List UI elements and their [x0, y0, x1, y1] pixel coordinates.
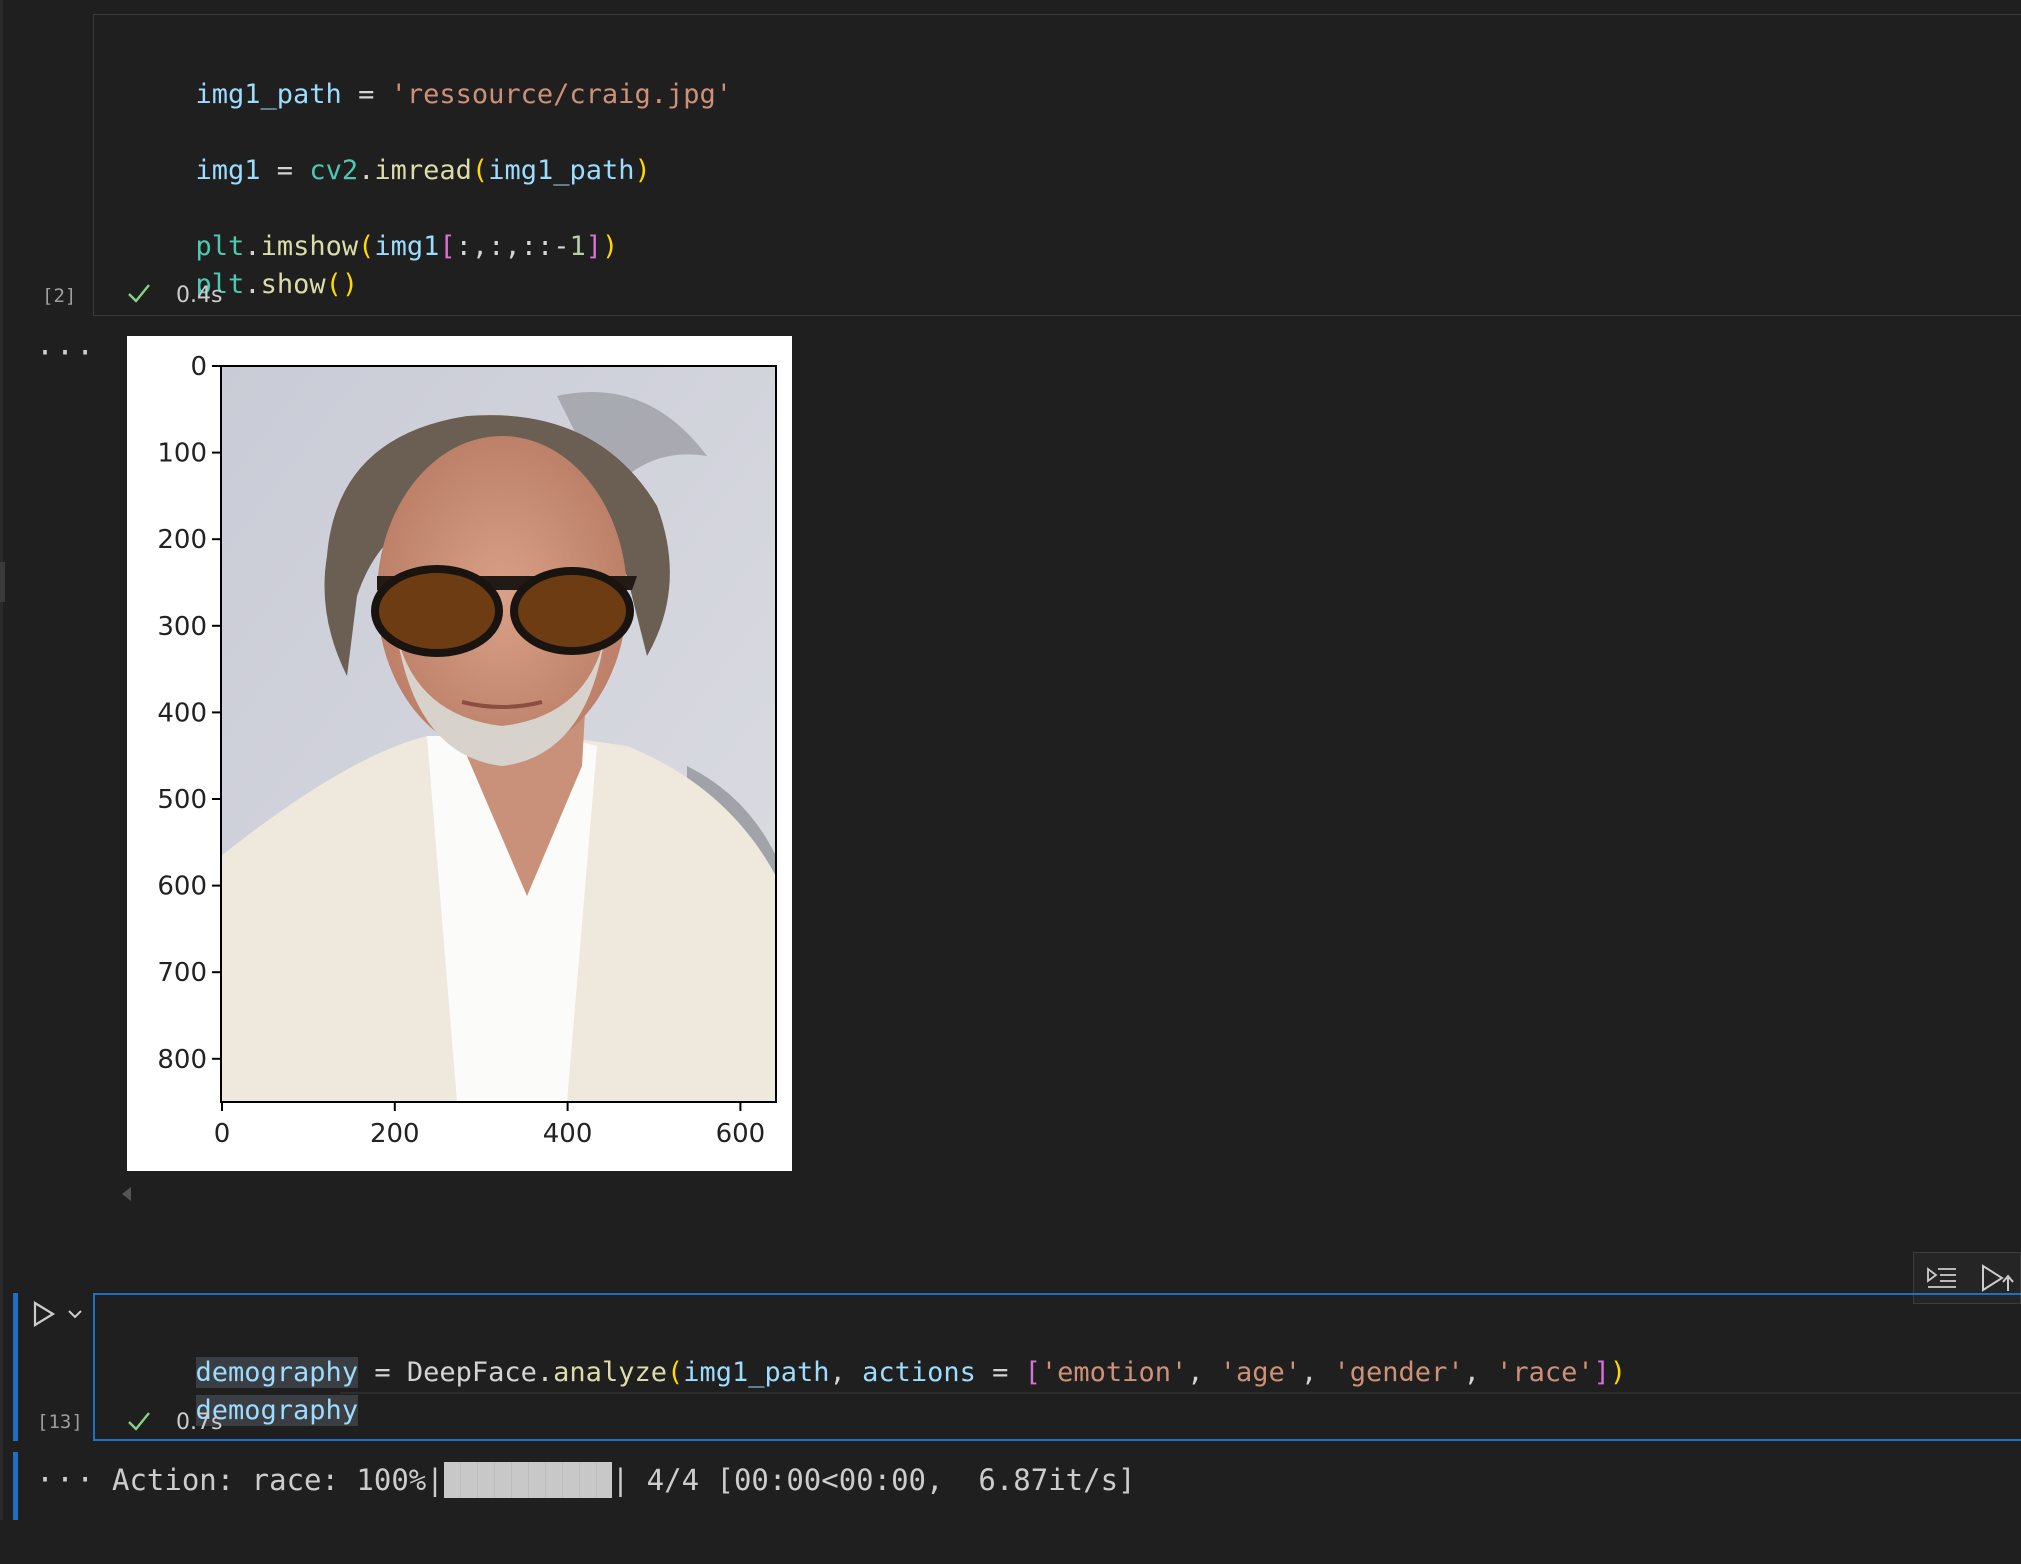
check-icon [126, 280, 152, 313]
token-function: show [260, 269, 326, 300]
y-tick-label: 600 [157, 872, 207, 902]
y-tick-label: 200 [157, 525, 207, 555]
token-dot: . [244, 269, 261, 300]
token-argument: img1 [374, 231, 440, 262]
token-argument: img1_path [488, 155, 635, 186]
x-axis: 0 200 400 600 [214, 1102, 765, 1149]
code-line-1[interactable]: img1_path = 'ressource/craig.jpg' [163, 38, 732, 114]
execution-time: 0.4s [176, 283, 223, 308]
token-keyword-arg: actions [862, 1357, 976, 1388]
execution-count: [2] [42, 285, 77, 307]
gutter-marker [0, 562, 5, 602]
execution-time: 0.7s [176, 1410, 223, 1435]
token-bracket: [ [1024, 1357, 1041, 1388]
editor-area-divider [340, 1392, 2021, 1394]
token-string: 'emotion' [1040, 1357, 1188, 1388]
output-more-icon[interactable]: ··· [36, 336, 96, 371]
token-paren: ( [358, 231, 375, 262]
progress-suffix: | 4/4 [00:00<00:00, 6.87it/s] [611, 1463, 1136, 1497]
y-tick-label: 500 [157, 785, 207, 815]
cell-focus-indicator [13, 1293, 18, 1441]
plot-figure: 0 100 200 300 400 500 600 700 800 0 200 400 600 [157, 352, 777, 1149]
token-operator: = [975, 1357, 1025, 1388]
token-variable: img1 [195, 155, 261, 186]
scroll-left-icon[interactable] [122, 1187, 131, 1201]
portrait-image [220, 365, 777, 1103]
output-more-icon[interactable]: ··· [36, 1463, 96, 1498]
y-tick-label: 100 [157, 439, 207, 469]
progress-prefix: Action: race: 100%| [112, 1463, 444, 1497]
token-comma: , [1301, 1357, 1334, 1388]
token-class: DeepFace [406, 1357, 537, 1388]
x-tick-label: 0 [214, 1119, 231, 1149]
token-comma: , [1187, 1357, 1220, 1388]
progress-bar-fill [443, 1462, 612, 1498]
token-comma: , [829, 1357, 863, 1388]
token-paren: ) [602, 231, 619, 262]
token-string: 'ressource/craig.jpg' [390, 79, 732, 110]
token-function: imread [374, 155, 472, 186]
token-paren: ) [634, 155, 651, 186]
progress-bar [443, 1462, 612, 1498]
token-paren: ( [666, 1357, 684, 1388]
token-string: 'age' [1219, 1357, 1302, 1388]
token-argument: img1_path [683, 1357, 830, 1388]
code-line-1[interactable]: demography = DeepFace.analyze(img1_path,… [163, 1316, 1626, 1392]
token-paren: ) [1609, 1357, 1627, 1388]
run-cell-button[interactable] [31, 1300, 57, 1328]
token-bracket: ] [585, 231, 602, 262]
execute-above-icon[interactable] [1980, 1263, 2014, 1293]
output-focus-indicator [13, 1452, 18, 1520]
run-by-line-icon[interactable] [1926, 1263, 1958, 1293]
y-tick-label: 700 [157, 958, 207, 988]
token-paren: () [325, 269, 359, 300]
token-dot: . [536, 1357, 554, 1388]
token-string: 'race' [1496, 1357, 1594, 1388]
token-function: analyze [553, 1357, 667, 1388]
execution-count: [13] [37, 1411, 83, 1433]
token-variable: img1_path [195, 79, 342, 110]
token-comma: , [1463, 1357, 1497, 1388]
token-operator: = [341, 79, 391, 110]
token-bracket: ] [1593, 1357, 1610, 1388]
plot-output: 0 100 200 300 400 500 600 700 800 0 200 400 600 [127, 336, 792, 1171]
x-tick-label: 600 [716, 1119, 766, 1149]
token-module: cv2 [309, 155, 359, 186]
y-tick-label: 800 [157, 1045, 207, 1075]
token-string: 'gender' [1333, 1357, 1464, 1388]
gutter-edge [0, 0, 3, 1520]
token-number: 1 [569, 231, 586, 262]
token-bracket: [ [439, 231, 456, 262]
token-paren: ( [471, 155, 489, 186]
code-line-2[interactable]: img1 = cv2.imread(img1_path) [163, 114, 651, 190]
chevron-down-icon[interactable] [66, 1306, 84, 1320]
token-slice: :,:,::- [455, 231, 570, 262]
y-tick-label: 300 [157, 612, 207, 642]
token-operator: = [260, 155, 310, 186]
token-operator: = [358, 1357, 407, 1388]
y-tick-label: 0 [190, 352, 207, 382]
x-tick-label: 400 [543, 1119, 593, 1149]
y-axis: 0 100 200 300 400 500 600 700 800 [157, 352, 221, 1075]
progress-output: Action: race: 100%| | 4/4 [00:00<00:00, … [112, 1462, 1136, 1498]
y-tick-label: 400 [157, 698, 207, 728]
x-tick-label: 200 [370, 1119, 420, 1149]
token-dot: . [358, 155, 375, 186]
check-icon [126, 1408, 152, 1441]
